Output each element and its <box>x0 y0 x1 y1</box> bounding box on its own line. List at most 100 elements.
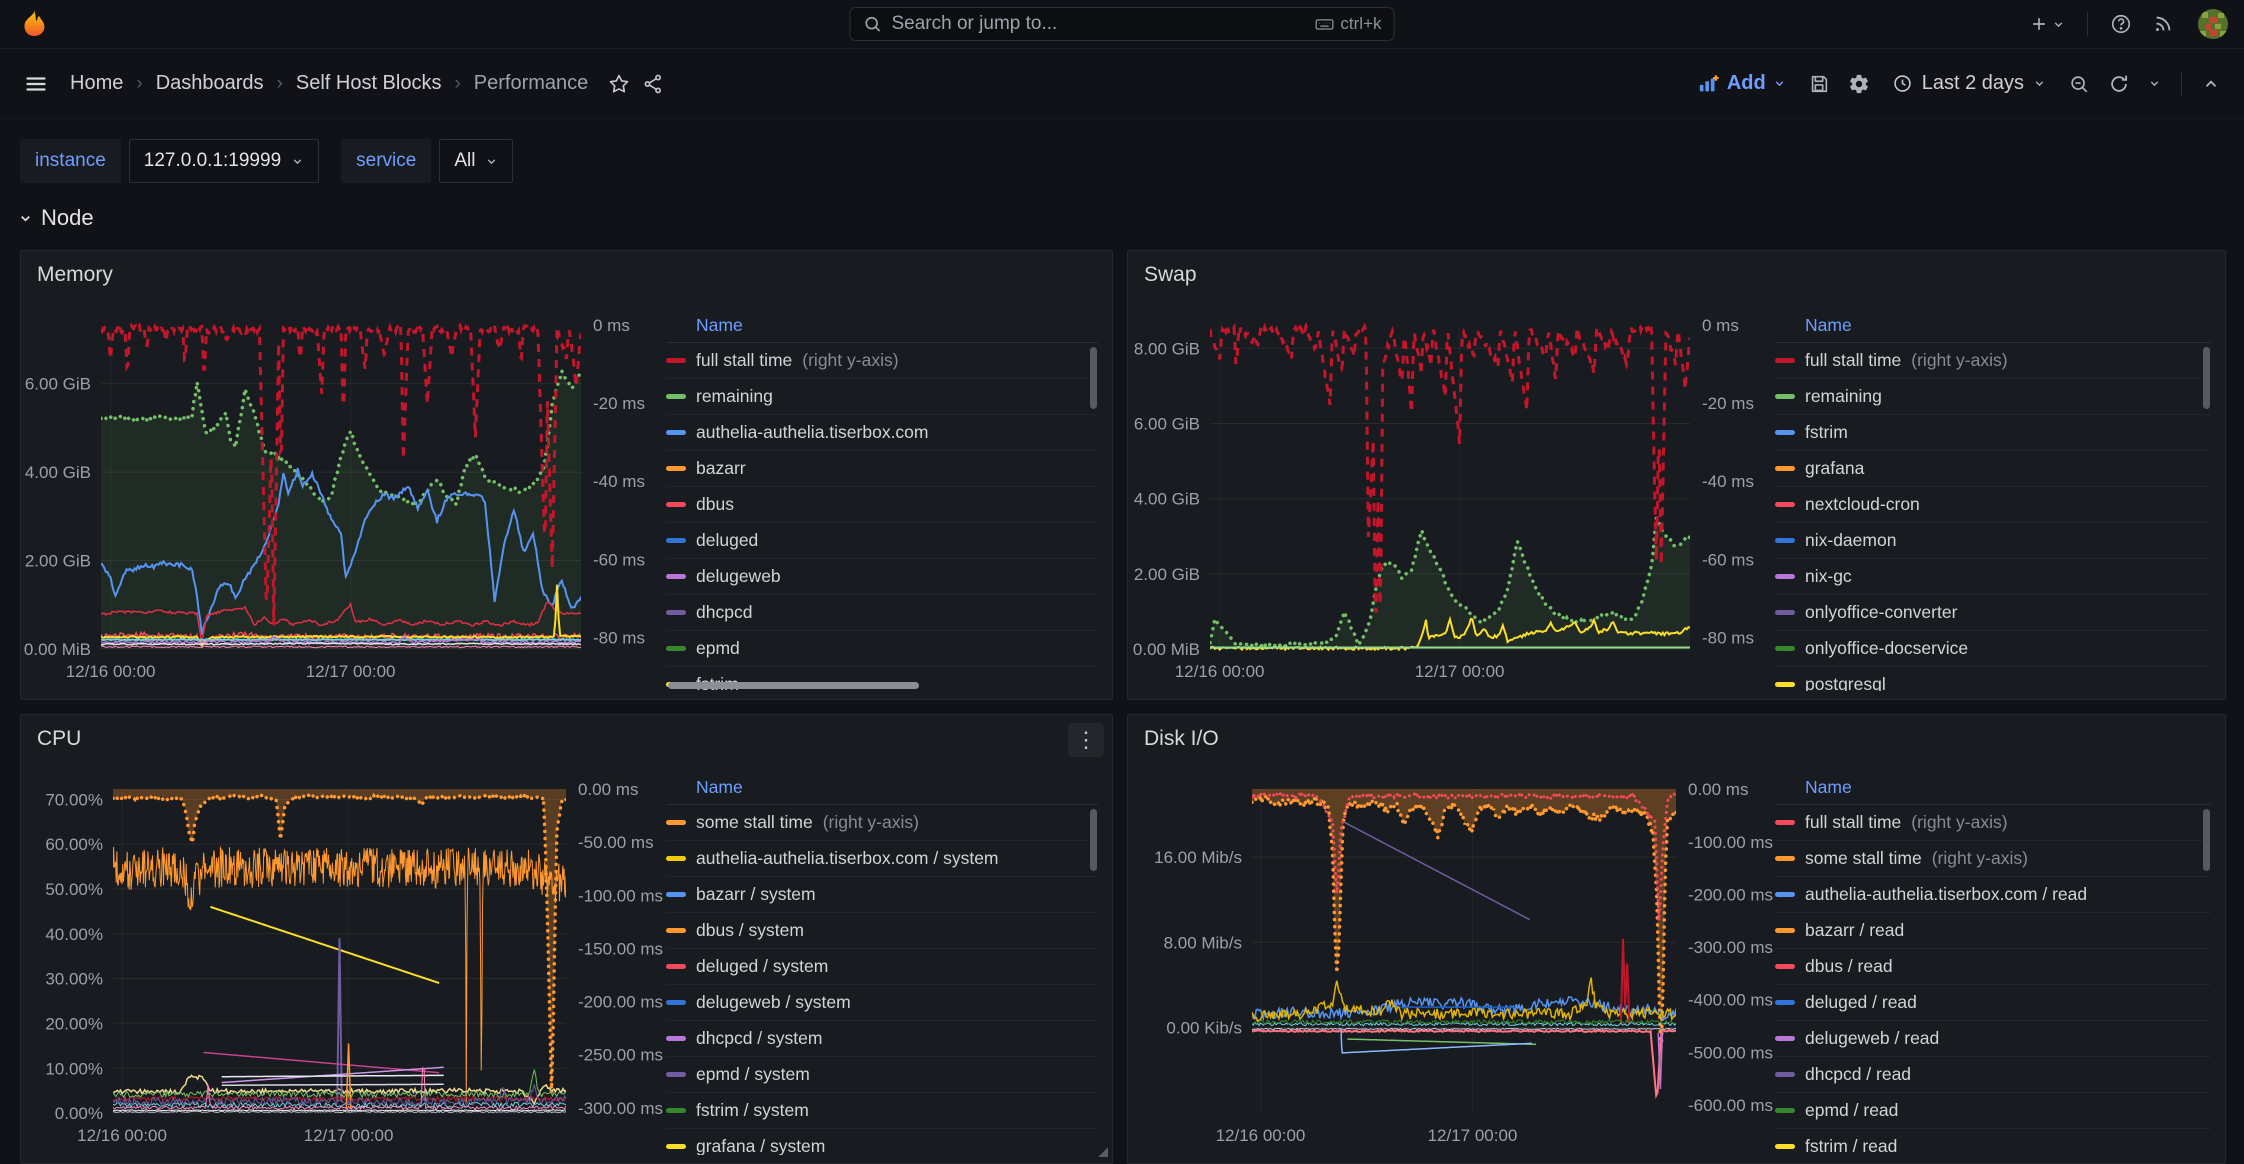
search-icon <box>863 14 883 34</box>
legend-row-dbus-read[interactable]: dbus / read <box>1775 949 2211 985</box>
time-range-picker[interactable]: Last 2 days <box>1882 66 2056 101</box>
legend-label: bazarr / system <box>696 884 816 905</box>
refresh-interval-dropdown[interactable] <box>2142 71 2167 96</box>
legend-header-name[interactable]: Name <box>1775 313 2211 343</box>
legend-row-bazarr[interactable]: bazarr <box>666 451 1098 487</box>
legend-row-bazarr-read[interactable]: bazarr / read <box>1775 913 2211 949</box>
legend-row-dhcpcd[interactable]: dhcpcd <box>666 595 1098 631</box>
panel-memory: Memory 6.00 GiB4.00 GiB2.00 GiB0.00 MiB0… <box>20 250 1113 700</box>
axis-label: 6.00 GiB <box>1134 414 1200 433</box>
legend-row-deluged-read[interactable]: deluged / read <box>1775 985 2211 1021</box>
share-button[interactable] <box>636 67 670 101</box>
legend-label: authelia-authelia.tiserbox.com / system <box>696 848 999 869</box>
legend-label: grafana <box>1805 458 1864 479</box>
axis-label: 8.00 Mib/s <box>1164 933 1242 952</box>
section-row-node[interactable]: Node <box>0 183 94 231</box>
plus-icon <box>2029 14 2049 34</box>
legend-row-epmd-system[interactable]: epmd / system <box>666 1057 1098 1093</box>
breadcrumb-item-dashboards[interactable]: Dashboards <box>156 72 264 95</box>
grafana-logo[interactable] <box>18 8 50 40</box>
save-dashboard-button[interactable] <box>1802 67 1836 101</box>
legend-row-full-stall-time[interactable]: full stall time(right y-axis) <box>1775 805 2211 841</box>
legend-scrollbar-horizontal[interactable] <box>668 682 919 689</box>
panel-resize-handle[interactable] <box>1097 1146 1108 1157</box>
collapse-toolbar-button[interactable] <box>2196 69 2226 99</box>
legend-row-nix-daemon[interactable]: nix-daemon <box>1775 523 2211 559</box>
add-button[interactable]: Add <box>1688 66 1796 101</box>
series-color-swatch <box>1775 394 1795 399</box>
legend-scrollbar-vertical[interactable] <box>1090 809 1097 871</box>
legend-row-dhcpcd-read[interactable]: dhcpcd / read <box>1775 1057 2211 1093</box>
legend-row-full-stall-time[interactable]: full stall time(right y-axis) <box>666 343 1098 379</box>
legend-row-fstrim[interactable]: fstrim <box>1775 415 2211 451</box>
new-menu-button[interactable] <box>2023 8 2071 40</box>
dashboard-settings-button[interactable] <box>1842 67 1876 101</box>
legend-row-dbus[interactable]: dbus <box>666 487 1098 523</box>
axis-label: 40.00% <box>45 925 103 944</box>
legend-row-dbus-system[interactable]: dbus / system <box>666 913 1098 949</box>
news-button[interactable] <box>2146 7 2180 41</box>
legend-row-onlyoffice-docservice[interactable]: onlyoffice-docservice <box>1775 631 2211 667</box>
legend-row-authelia-authelia-tiserbox-com-system[interactable]: authelia-authelia.tiserbox.com / system <box>666 841 1098 877</box>
series-color-swatch <box>1775 1036 1795 1041</box>
legend-row-epmd[interactable]: epmd <box>666 631 1098 667</box>
legend-label: nix-gc <box>1805 566 1852 587</box>
axis-label: 12/17 00:00 <box>306 662 396 681</box>
breadcrumb-item-home[interactable]: Home <box>70 72 123 95</box>
legend-row-remaining[interactable]: remaining <box>666 379 1098 415</box>
axis-label: 0 ms <box>593 316 630 335</box>
legend-row-nextcloud-cron[interactable]: nextcloud-cron <box>1775 487 2211 523</box>
series-color-swatch <box>1775 430 1795 435</box>
avatar[interactable] <box>2198 9 2228 39</box>
search-placeholder: Search or jump to... <box>892 13 1306 35</box>
legend-row-dhcpcd-system[interactable]: dhcpcd / system <box>666 1021 1098 1057</box>
search-input[interactable]: Search or jump to... ctrl+k <box>850 7 1395 41</box>
variable-label-service[interactable]: service <box>341 139 431 183</box>
legend-scrollbar-vertical[interactable] <box>2203 347 2210 409</box>
variable-value-service[interactable]: All <box>439 139 513 183</box>
axis-label: 8.00 GiB <box>1134 339 1200 358</box>
menu-toggle-button[interactable] <box>18 66 54 102</box>
axis-label: 2.00 GiB <box>1134 565 1200 584</box>
legend-label: full stall time <box>1805 350 1901 371</box>
legend-row-fstrim-system[interactable]: fstrim / system <box>666 1093 1098 1129</box>
legend-header-name[interactable]: Name <box>666 313 1098 343</box>
legend-row-authelia-authelia-tiserbox-com-read[interactable]: authelia-authelia.tiserbox.com / read <box>1775 877 2211 913</box>
legend-row-delugeweb-read[interactable]: delugeweb / read <box>1775 1021 2211 1057</box>
chevron-down-icon <box>2033 77 2046 90</box>
series-color-swatch <box>1775 1108 1795 1113</box>
legend-scrollbar-vertical[interactable] <box>1090 347 1097 409</box>
legend-row-remaining[interactable]: remaining <box>1775 379 2211 415</box>
legend-row-grafana[interactable]: grafana <box>1775 451 2211 487</box>
legend-row-deluged-system[interactable]: deluged / system <box>666 949 1098 985</box>
legend-row-fstrim-read[interactable]: fstrim / read <box>1775 1129 2211 1155</box>
legend-scrollbar-vertical[interactable] <box>2203 809 2210 871</box>
refresh-button[interactable] <box>2102 67 2136 101</box>
legend-header-name[interactable]: Name <box>1775 775 2211 805</box>
legend-label: epmd / system <box>696 1064 810 1085</box>
legend-row-epmd-read[interactable]: epmd / read <box>1775 1093 2211 1129</box>
legend-note: (right y-axis) <box>1932 848 2028 869</box>
legend-row-authelia-authelia-tiserbox-com[interactable]: authelia-authelia.tiserbox.com <box>666 415 1098 451</box>
help-button[interactable] <box>2104 7 2138 41</box>
legend-row-postgresql[interactable]: postgresql <box>1775 667 2211 691</box>
variable-value-instance[interactable]: 127.0.0.1:19999 <box>129 139 319 183</box>
legend-row-delugeweb[interactable]: delugeweb <box>666 559 1098 595</box>
legend-row-some-stall-time[interactable]: some stall time (right y-axis) <box>1775 841 2211 877</box>
series-color-swatch <box>1775 820 1795 825</box>
breadcrumb-item-self-host-blocks[interactable]: Self Host Blocks <box>296 72 442 95</box>
legend-row-full-stall-time[interactable]: full stall time(right y-axis) <box>1775 343 2211 379</box>
variable-label-instance[interactable]: instance <box>20 139 121 183</box>
legend-label: some stall time <box>1805 848 1922 869</box>
legend-row-delugeweb-system[interactable]: delugeweb / system <box>666 985 1098 1021</box>
legend-row-bazarr-system[interactable]: bazarr / system <box>666 877 1098 913</box>
legend-row-onlyoffice-converter[interactable]: onlyoffice-converter <box>1775 595 2211 631</box>
legend-row-grafana-system[interactable]: grafana / system <box>666 1129 1098 1155</box>
legend-row-some-stall-time[interactable]: some stall time(right y-axis) <box>666 805 1098 841</box>
legend-header-name[interactable]: Name <box>666 775 1098 805</box>
axis-label: -60 ms <box>593 550 645 569</box>
legend-row-deluged[interactable]: deluged <box>666 523 1098 559</box>
legend-row-nix-gc[interactable]: nix-gc <box>1775 559 2211 595</box>
favorite-button[interactable] <box>602 67 636 101</box>
zoom-out-button[interactable] <box>2062 67 2096 101</box>
